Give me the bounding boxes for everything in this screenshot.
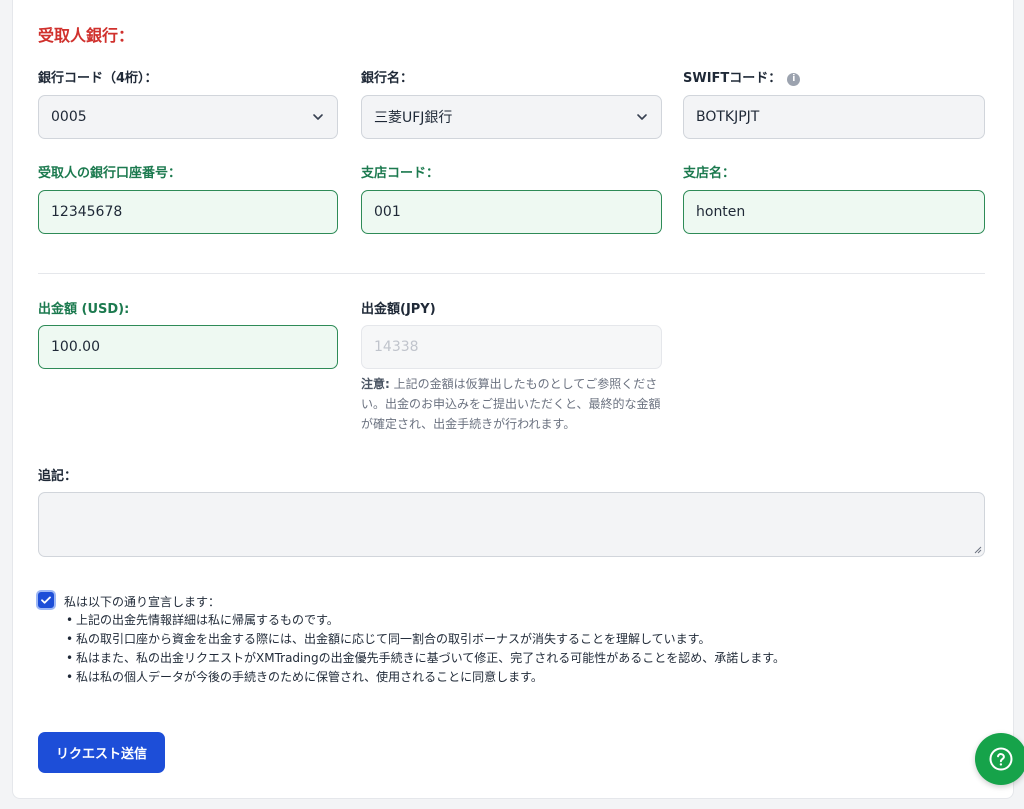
section-title: 受取人銀行： [38, 26, 135, 45]
resize-grip-icon[interactable] [974, 546, 982, 554]
account-number-label: 受取人の銀行口座番号： [38, 166, 182, 181]
bank-code-value: 0005 [51, 109, 87, 125]
question-icon [989, 747, 1013, 771]
info-icon[interactable]: i [787, 73, 801, 86]
swift-label: SWIFTコード： [683, 71, 782, 86]
bank-code-label: 銀行コード（4桁）： [38, 71, 158, 86]
amount-usd-input[interactable]: 100.00 [38, 325, 338, 369]
swift-code-field[interactable]: BOTKJPJT [683, 95, 985, 139]
bank-name-label: 銀行名： [361, 71, 414, 86]
swift-label-row: SWIFTコード： i [683, 67, 801, 86]
chevron-down-icon [637, 114, 647, 120]
divider [38, 273, 985, 274]
bank-code-select[interactable]: 0005 [38, 95, 338, 139]
submit-request-button[interactable]: リクエスト送信 [38, 732, 165, 773]
branch-name-label: 支店名： [683, 166, 736, 181]
declaration-checkbox[interactable] [36, 590, 56, 610]
bank-name-select[interactable]: 三菱UFJ銀行 [361, 95, 662, 139]
branch-name-value: honten [696, 204, 746, 220]
account-number-input[interactable]: 12345678 [38, 190, 338, 234]
amount-usd-value: 100.00 [51, 339, 100, 355]
declaration-item: 私の取引口座から資金を出金する際には、出金額に応じて同一割合の取引ボーナスが消失… [66, 630, 785, 649]
bank-name-value: 三菱UFJ銀行 [374, 110, 453, 126]
swift-code-value: BOTKJPJT [696, 109, 760, 125]
branch-code-label: 支店コード： [361, 166, 440, 181]
note-prefix: 注意: [361, 377, 390, 391]
declaration-item: 上記の出金先情報詳細は私に帰属するものです。 [66, 611, 785, 630]
branch-code-input[interactable]: 001 [361, 190, 662, 234]
check-icon [41, 596, 51, 604]
remarks-label: 追記： [38, 469, 78, 484]
declaration-item: 私は私の個人データが今後の手続きのために保管され、使用されることに同意します。 [66, 668, 785, 687]
amount-jpy-value: 14338 [374, 339, 419, 355]
amount-jpy-label: 出金額(JPY) [361, 302, 436, 317]
account-number-value: 12345678 [51, 204, 123, 220]
declaration-heading: 私は以下の通り宣言します： [64, 595, 221, 609]
note-text: 上記の金額は仮算出したものとしてご参照ください。出金のお申込みをご提出いただくと… [361, 377, 661, 431]
help-button[interactable] [975, 733, 1024, 785]
branch-code-value: 001 [374, 204, 401, 220]
branch-name-input[interactable]: honten [683, 190, 985, 234]
amount-usd-label: 出金額 (USD): [38, 302, 130, 317]
chevron-down-icon [313, 114, 323, 120]
amount-jpy-field: 14338 [361, 325, 662, 369]
declaration-list: 上記の出金先情報詳細は私に帰属するものです。 私の取引口座から資金を出金する際に… [66, 611, 785, 687]
remarks-textarea[interactable] [38, 492, 985, 557]
conversion-note: 注意: 上記の金額は仮算出したものとしてご参照ください。出金のお申込みをご提出い… [361, 374, 661, 434]
declaration-item: 私はまた、私の出金リクエストがXMTradingの出金優先手続きに基づいて修正、… [66, 649, 785, 668]
